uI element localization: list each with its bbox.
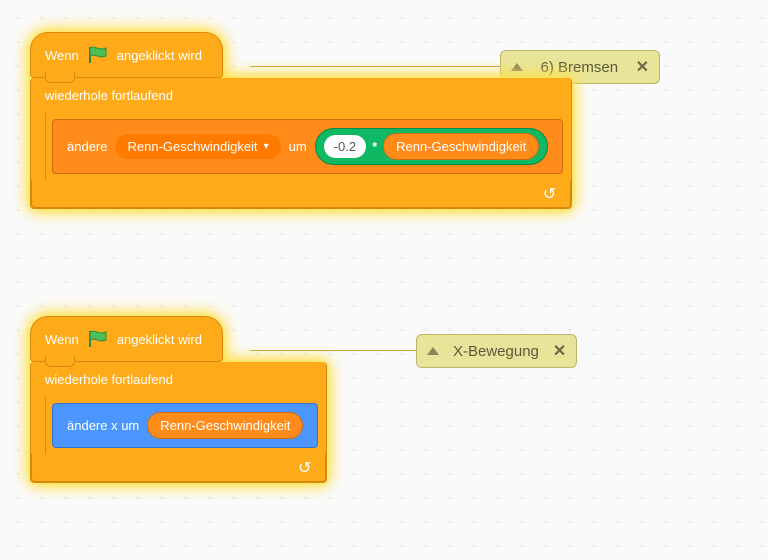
loop-rail — [30, 397, 46, 454]
loop-arrow-icon: ↺ — [298, 458, 311, 478]
loop-label: wiederhole fortlaufend — [31, 362, 326, 397]
hat-text-suffix: angeklickt wird — [117, 48, 202, 63]
hat-text-suffix: angeklickt wird — [117, 332, 202, 347]
multiply-symbol: * — [372, 139, 377, 154]
change-x-block[interactable]: ändere x um Renn-Geschwindigkeit — [52, 403, 318, 448]
hat-when-flag-clicked[interactable]: Wenn angeklickt wird — [30, 32, 223, 78]
comment-bubble-2[interactable]: X-Bewegung ✕ — [416, 334, 577, 368]
green-flag-icon — [87, 45, 109, 65]
forever-loop-block[interactable]: wiederhole fortlaufend ändere Renn-Gesch… — [30, 78, 572, 209]
multiply-operator-block[interactable]: -0.2 * Renn-Geschwindigkeit — [315, 128, 549, 165]
loop-bottom: ↺ — [31, 454, 326, 482]
change-prefix: ändere — [67, 139, 107, 154]
variable-dropdown[interactable]: Renn-Geschwindigkeit ▾ — [115, 134, 280, 159]
loop-rail — [30, 113, 46, 180]
forever-loop-block[interactable]: wiederhole fortlaufend ändere x um Renn-… — [30, 362, 327, 483]
variable-reporter[interactable]: Renn-Geschwindigkeit — [383, 133, 539, 160]
change-variable-block[interactable]: ändere Renn-Geschwindigkeit ▾ um -0.2 * … — [52, 119, 563, 174]
change-mid: um — [289, 139, 307, 154]
hat-text-prefix: Wenn — [45, 48, 79, 63]
loop-label: wiederhole fortlaufend — [31, 78, 571, 113]
changex-prefix: ändere x um — [67, 418, 139, 433]
dropdown-label: Renn-Geschwindigkeit — [127, 139, 257, 154]
script-stack-1[interactable]: Wenn angeklickt wird wiederhole fortlauf… — [30, 32, 572, 209]
comment-close-icon[interactable]: ✕ — [553, 341, 566, 361]
hat-text-prefix: Wenn — [45, 332, 79, 347]
loop-arrow-icon: ↺ — [543, 184, 556, 204]
comment-text: X-Bewegung — [453, 343, 539, 360]
number-input[interactable]: -0.2 — [324, 135, 366, 158]
loop-bottom: ↺ — [31, 180, 571, 208]
comment-close-icon[interactable]: ✕ — [636, 57, 649, 77]
variable-reporter[interactable]: Renn-Geschwindigkeit — [147, 412, 303, 439]
green-flag-icon — [87, 329, 109, 349]
comment-collapse-icon[interactable] — [427, 347, 439, 355]
dropdown-caret-icon: ▾ — [264, 141, 269, 152]
hat-when-flag-clicked[interactable]: Wenn angeklickt wird — [30, 316, 223, 362]
script-stack-2[interactable]: Wenn angeklickt wird wiederhole fortlauf… — [30, 316, 327, 483]
